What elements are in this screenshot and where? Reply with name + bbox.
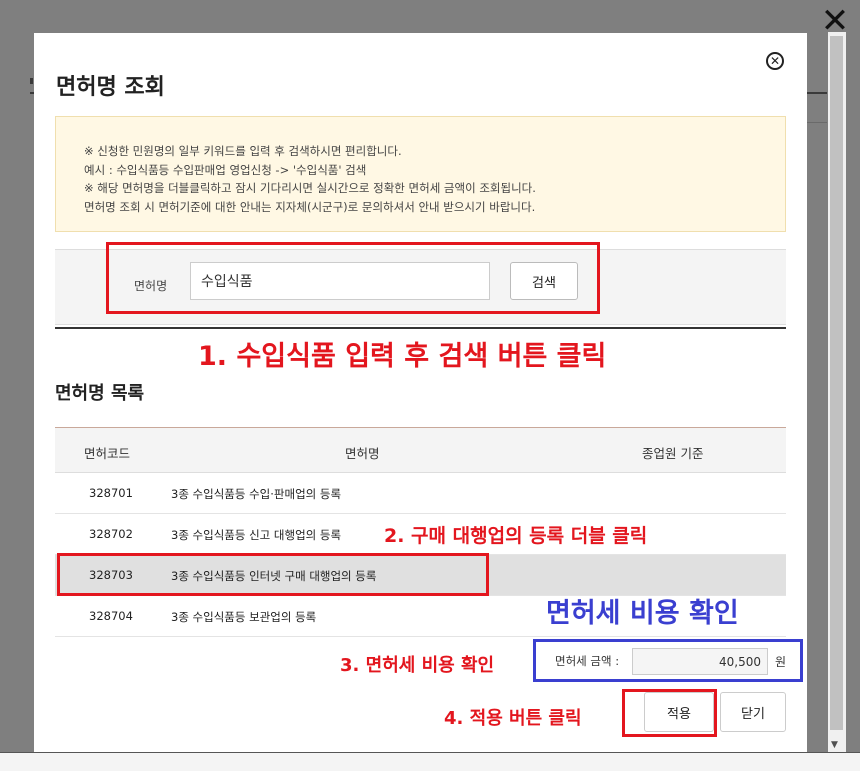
backdrop-line <box>807 92 827 94</box>
annotation-step2: 2. 구매 대행업의 등록 더블 클릭 <box>384 525 648 547</box>
notice-line: 면허명 조회 시 면허기준에 대한 안내는 지자체(시군구)로 문의하셔서 안내… <box>84 199 536 214</box>
highlight-search-area <box>106 242 600 314</box>
highlight-selected-row <box>57 553 489 596</box>
close-button[interactable]: 닫기 <box>720 692 786 732</box>
row-code: 328704 <box>89 609 133 623</box>
scroll-down-arrow-icon[interactable]: ▼ <box>831 740 838 750</box>
row-name: 3종 수입식품등 보관업의 등록 <box>171 610 317 624</box>
dialog-title: 면허명 조회 <box>56 75 165 100</box>
notice-line: ※ 신청한 민원명의 일부 키워드를 입력 후 검색하시면 편리합니다. <box>84 144 402 158</box>
backdrop-line <box>30 78 33 84</box>
column-header-name: 면허명 <box>345 446 380 461</box>
page-bottom-strip <box>0 752 860 771</box>
section-divider <box>55 327 786 329</box>
table-header: 면허코드 면허명 종업원 기준 <box>55 427 786 473</box>
list-title: 면허명 목록 <box>55 383 145 404</box>
notice-line: 예시 : 수입식품등 수입판매업 영업신청 -> '수입식품' 검색 <box>84 162 367 177</box>
annotation-step1: 1. 수입식품 입력 후 검색 버튼 클릭 <box>198 341 607 372</box>
table-row[interactable]: 328701 3종 수입식품등 수입·판매업의 등록 <box>55 473 786 514</box>
notice-line: ※ 해당 면허명을 더블클릭하고 잠시 기다리시면 실시간으로 정확한 면허세 … <box>84 181 536 195</box>
row-code: 328702 <box>89 527 133 541</box>
column-header-employee: 종업원 기준 <box>642 446 704 461</box>
row-name: 3종 수입식품등 신고 대행업의 등록 <box>171 528 342 542</box>
annotation-fee-title: 면허세 비용 확인 <box>546 598 739 629</box>
column-header-code: 면허코드 <box>84 446 131 461</box>
highlight-apply-button <box>622 689 717 737</box>
annotation-step4: 4. 적용 버튼 클릭 <box>444 708 582 729</box>
row-code: 328701 <box>89 486 133 500</box>
highlight-fee-area <box>533 639 803 682</box>
scrollbar-thumb[interactable] <box>830 36 843 730</box>
notice-box: ※ 신청한 민원명의 일부 키워드를 입력 후 검색하시면 편리합니다. 예시 … <box>55 116 786 232</box>
annotation-step3: 3. 면허세 비용 확인 <box>340 655 495 676</box>
dialog-close-icon[interactable]: ✕ <box>766 52 784 70</box>
backdrop-line <box>807 122 827 123</box>
page-scrollbar[interactable]: ▼ <box>828 32 846 752</box>
row-name: 3종 수입식품등 수입·판매업의 등록 <box>171 487 342 501</box>
